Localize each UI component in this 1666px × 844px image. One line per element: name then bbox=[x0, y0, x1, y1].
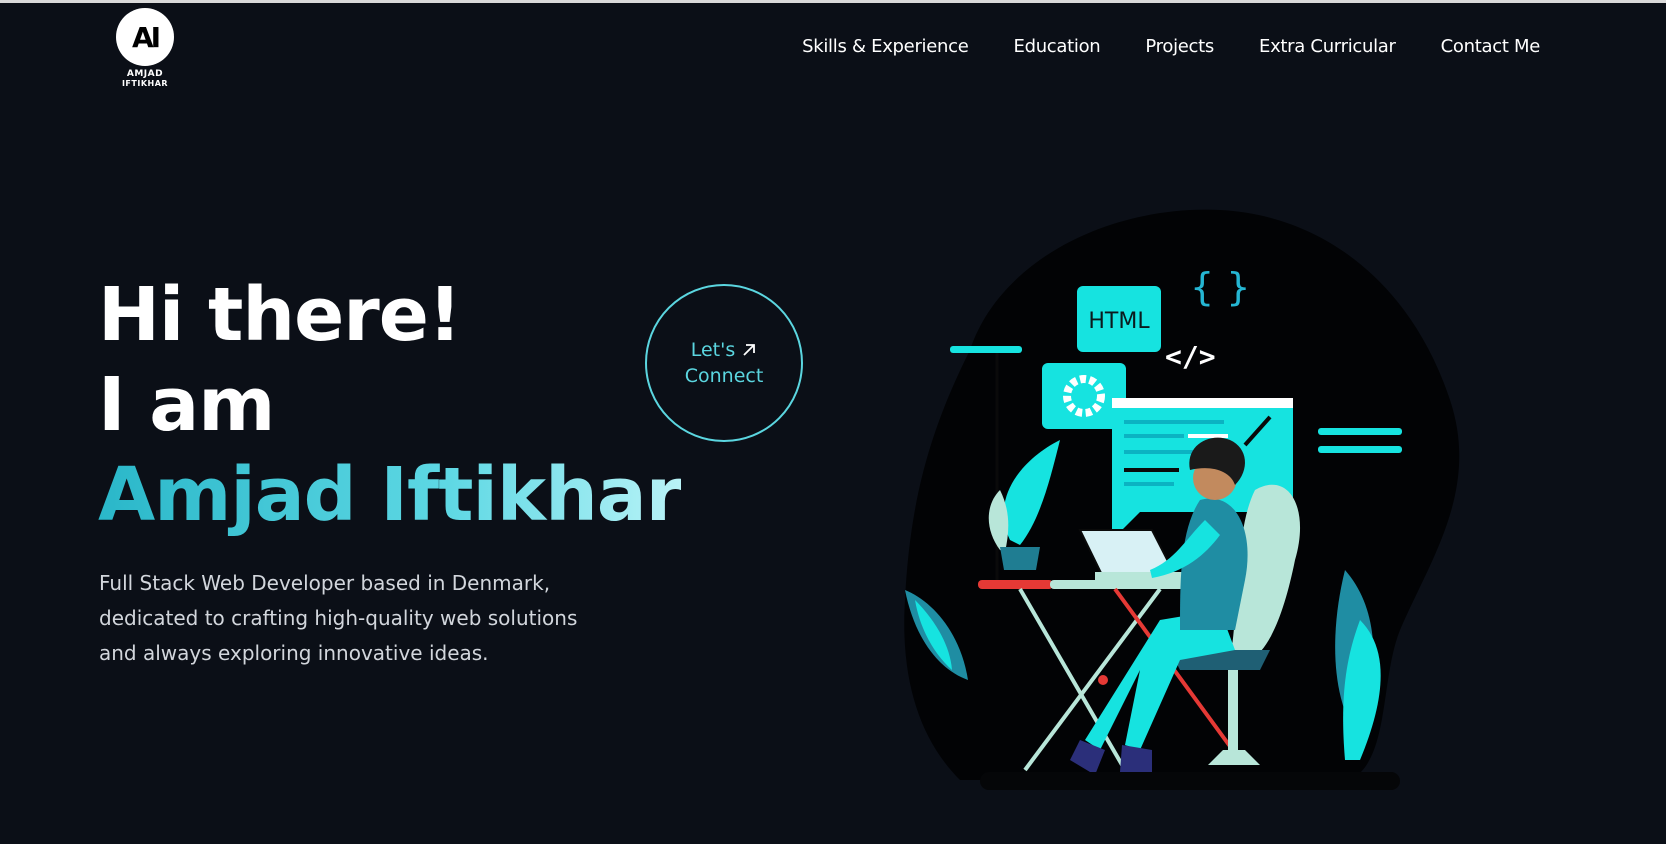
arrow-up-right-icon bbox=[743, 344, 756, 356]
code-line bbox=[1124, 468, 1179, 472]
desk-joint bbox=[1098, 675, 1108, 685]
connect-line2: Connect bbox=[684, 365, 764, 387]
hero-intro: I am bbox=[98, 362, 275, 448]
lets-connect-button[interactable]: Let's Connect bbox=[645, 284, 803, 442]
code-line bbox=[1124, 434, 1184, 438]
ground-shadow bbox=[980, 772, 1400, 790]
html-badge-text: HTML bbox=[1088, 309, 1150, 334]
logo-text-line1: AMJAD bbox=[126, 69, 164, 79]
developer-illustration: HTML { } </> bbox=[904, 209, 1460, 790]
person-shoe bbox=[1120, 745, 1152, 775]
nav-extra-curricular[interactable]: Extra Curricular bbox=[1259, 36, 1396, 57]
code-window-bar bbox=[1112, 398, 1293, 408]
desk-red bbox=[978, 580, 1053, 589]
nav-education[interactable]: Education bbox=[1014, 36, 1101, 57]
logo-text: AMJAD IFTIKHAR bbox=[112, 69, 178, 89]
nav-skills-experience[interactable]: Skills & Experience bbox=[802, 36, 969, 57]
top-border bbox=[0, 0, 1666, 3]
logo-text-line2: IFTIKHAR bbox=[121, 79, 169, 88]
connect-row: Let's bbox=[691, 337, 758, 363]
connect-line1: Let's bbox=[690, 339, 736, 361]
nav-contact-me[interactable]: Contact Me bbox=[1441, 36, 1541, 57]
code-line bbox=[1124, 482, 1174, 486]
deco-line bbox=[950, 346, 1022, 353]
logo-mark: AI bbox=[116, 8, 174, 66]
hero-greeting: Hi there! bbox=[98, 272, 462, 358]
code-line bbox=[1124, 420, 1224, 424]
main-nav: Skills & Experience Education Projects E… bbox=[802, 36, 1540, 57]
plant-pot bbox=[1000, 547, 1040, 570]
hero-title: Hi there! I am Amjad Iftikhar bbox=[98, 270, 682, 540]
code-tag-icon: </> bbox=[1165, 340, 1216, 373]
hero-tagline: Full Stack Web Developer based in Denmar… bbox=[99, 571, 578, 665]
braces-icon: { } bbox=[1190, 265, 1250, 309]
nav-projects[interactable]: Projects bbox=[1145, 36, 1214, 57]
logo[interactable]: AI AMJAD IFTIKHAR bbox=[112, 8, 178, 92]
code-line bbox=[1188, 434, 1228, 438]
hero-name: Amjad Iftikhar bbox=[98, 452, 682, 538]
deco-line bbox=[1318, 428, 1402, 435]
deco-line bbox=[1318, 446, 1402, 453]
gear-center bbox=[1077, 389, 1091, 403]
chair-pole bbox=[1228, 670, 1238, 750]
